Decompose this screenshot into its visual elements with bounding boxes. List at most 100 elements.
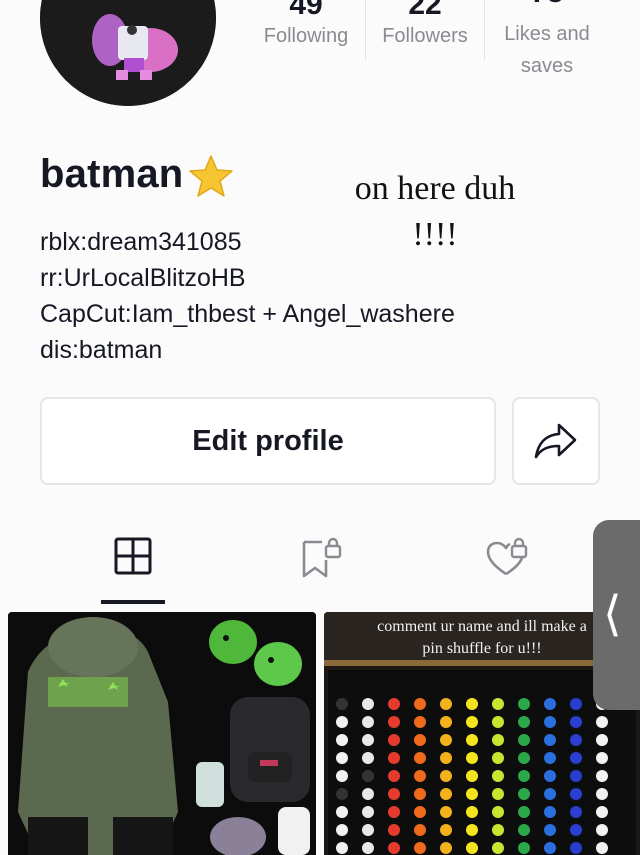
bio: rblx:dream341085 rr:UrLocalBlitzoHB CapC…	[40, 224, 455, 368]
avatar-image	[40, 0, 216, 106]
peg-dot	[570, 716, 582, 728]
peg-dot	[388, 734, 400, 746]
peg-dot	[362, 698, 374, 710]
peg-dot	[518, 734, 530, 746]
peg-dot	[596, 806, 608, 818]
peg-dot	[596, 788, 608, 800]
following-count: 49	[289, 0, 323, 21]
post-image	[8, 612, 316, 855]
peg-dot	[492, 716, 504, 728]
peg-dot	[466, 824, 478, 836]
peg-dot	[570, 788, 582, 800]
tab-liked[interactable]	[474, 536, 538, 588]
caption-line: on here duh	[354, 170, 516, 207]
peg-dot	[414, 788, 426, 800]
peg-dot	[518, 770, 530, 782]
peg-dot	[570, 770, 582, 782]
likes-label-line2: saves	[520, 55, 574, 77]
peg-dot	[362, 824, 374, 836]
peg-dot	[388, 752, 400, 764]
peg-dot	[362, 788, 374, 800]
bio-line: rblx:dream341085	[40, 228, 242, 256]
peg-dot	[544, 752, 556, 764]
stat-divider	[484, 0, 485, 60]
stat-divider	[365, 0, 366, 60]
peg-dot	[466, 698, 478, 710]
edit-profile-button[interactable]: Edit profile	[40, 397, 496, 485]
bio-line: CapCut:Iam_thbest + Angel_washere	[40, 300, 455, 328]
peg-dot	[492, 824, 504, 836]
peg-dot	[492, 752, 504, 764]
peg-dot	[440, 770, 452, 782]
peg-dot	[570, 842, 582, 854]
side-panel-handle[interactable]: ⟨	[593, 520, 640, 710]
peg-dot	[596, 734, 608, 746]
peg-dot	[388, 770, 400, 782]
username: batman	[40, 152, 184, 196]
peg-dot	[596, 824, 608, 836]
likes-count: 75	[488, 0, 606, 8]
peg-dot	[336, 788, 348, 800]
peg-dot	[440, 824, 452, 836]
peg-dot	[440, 842, 452, 854]
bio-line: rr:UrLocalBlitzoHB	[40, 264, 246, 292]
peg-dot	[570, 734, 582, 746]
peg-dot	[440, 806, 452, 818]
peg-dot	[336, 752, 348, 764]
peg-dot	[388, 788, 400, 800]
peg-dot	[466, 842, 478, 854]
followers-stat[interactable]: 22 Followers	[370, 0, 480, 52]
peg-dot	[518, 788, 530, 800]
peg-dot	[440, 788, 452, 800]
peg-dot	[362, 716, 374, 728]
peg-dot	[336, 770, 348, 782]
peg-dot	[544, 806, 556, 818]
following-stat[interactable]: 49 Following	[250, 0, 362, 52]
peg-dot	[596, 752, 608, 764]
peg-dot	[388, 806, 400, 818]
peg-dot	[414, 716, 426, 728]
bio-line: dis:batman	[40, 336, 163, 364]
peg-dot	[362, 770, 374, 782]
peg-dot	[570, 752, 582, 764]
tab-videos-grid[interactable]	[101, 536, 165, 588]
active-tab-indicator	[101, 600, 165, 604]
share-arrow-icon	[534, 423, 577, 459]
peg-dot	[466, 770, 478, 782]
peg-dot	[336, 824, 348, 836]
peg-dot	[362, 752, 374, 764]
peg-dot	[596, 842, 608, 854]
heart-lock-icon	[486, 537, 528, 576]
peg-dot	[466, 806, 478, 818]
following-label: Following	[263, 25, 349, 47]
peg-dot	[466, 788, 478, 800]
peg-dot	[492, 806, 504, 818]
followers-label: Followers	[382, 25, 468, 47]
avatar[interactable]	[40, 0, 216, 106]
star-emoji-icon	[189, 155, 233, 197]
likes-stat[interactable]: 75 Likes and saves	[488, 0, 606, 82]
peg-dot	[414, 698, 426, 710]
peg-dot	[518, 698, 530, 710]
peg-dot	[570, 698, 582, 710]
peg-dot	[570, 806, 582, 818]
peg-dot	[570, 824, 582, 836]
peg-dot	[518, 842, 530, 854]
peg-dot	[596, 770, 608, 782]
peg-dot	[492, 734, 504, 746]
peg-dot	[440, 698, 452, 710]
peg-dot	[362, 842, 374, 854]
followers-count: 22	[408, 0, 442, 21]
peg-dot	[388, 716, 400, 728]
peg-dot	[414, 770, 426, 782]
peg-dot	[336, 842, 348, 854]
post-thumbnail[interactable]	[8, 612, 316, 855]
peg-dot	[388, 842, 400, 854]
peg-dot	[518, 806, 530, 818]
share-profile-button[interactable]	[512, 397, 600, 485]
peg-dot	[518, 716, 530, 728]
peg-dot	[336, 734, 348, 746]
peg-dot	[414, 734, 426, 746]
tab-favorites[interactable]	[288, 536, 352, 588]
peg-dot	[544, 734, 556, 746]
